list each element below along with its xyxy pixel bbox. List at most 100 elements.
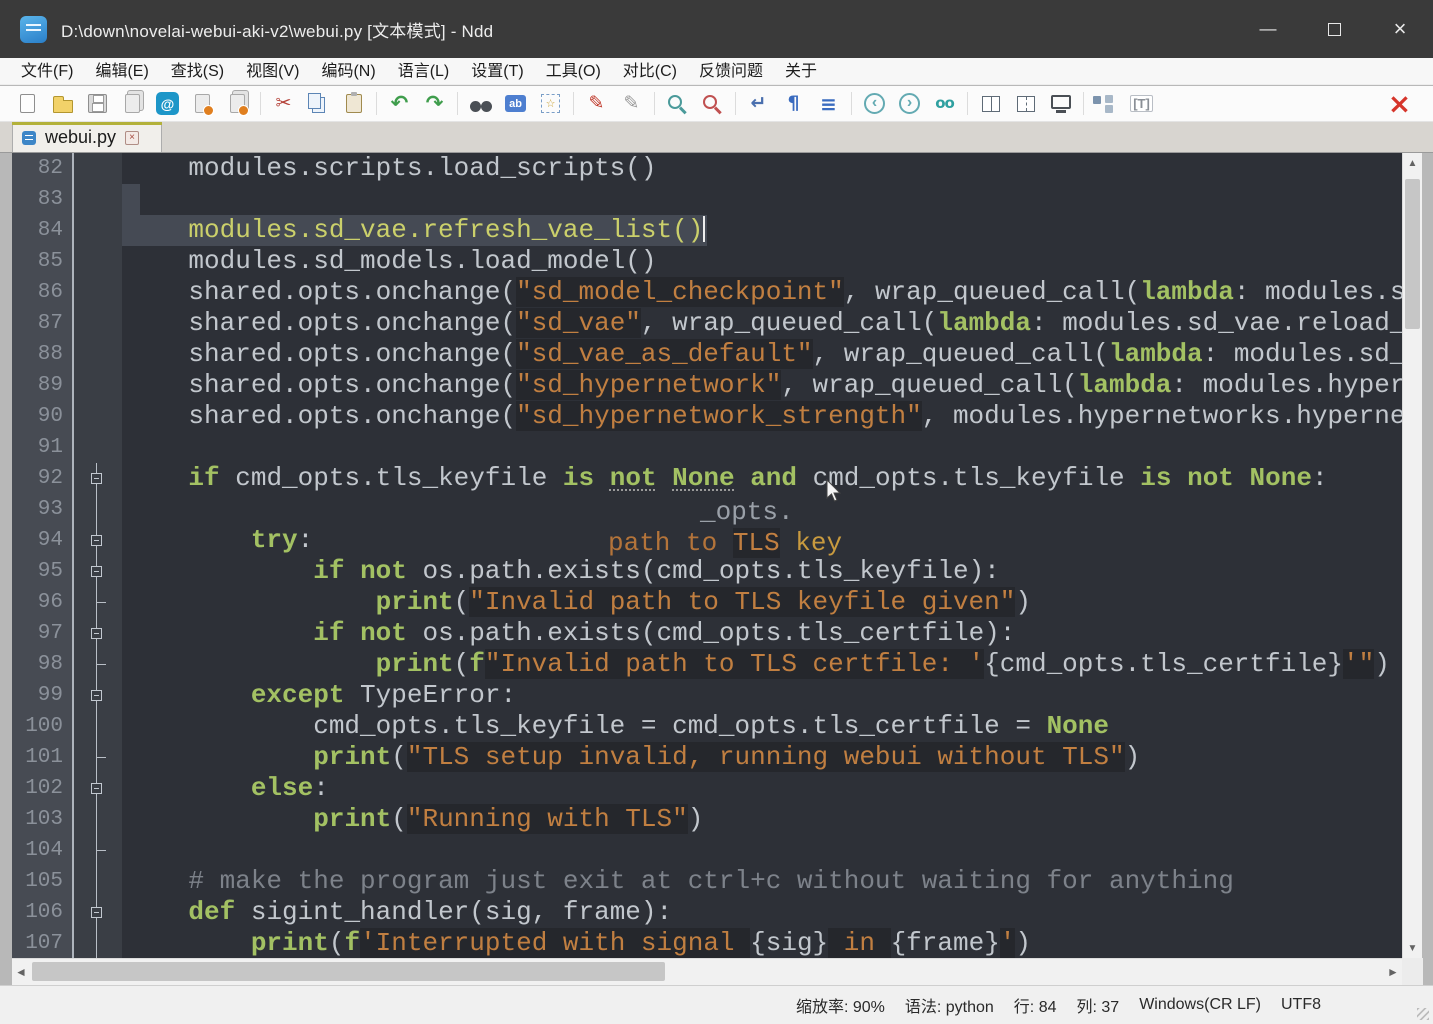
show-paragraph-button[interactable]: ¶ <box>776 89 811 118</box>
full-screen-button[interactable] <box>1043 89 1078 118</box>
code-text[interactable]: modules.scripts.load_scripts() <box>122 153 1402 184</box>
line-number[interactable]: 102 <box>12 773 74 804</box>
replace-button[interactable]: ab <box>498 89 533 118</box>
line-number[interactable]: 96 <box>12 587 74 618</box>
line-number[interactable]: 107 <box>12 928 74 958</box>
code-text[interactable]: except TypeError: <box>122 680 1402 711</box>
code-text[interactable]: print(f'Interrupted with signal {sig} in… <box>122 928 1402 958</box>
line-number[interactable]: 89 <box>12 370 74 401</box>
fold-marker[interactable] <box>91 566 102 577</box>
fold-margin[interactable] <box>74 773 122 804</box>
menu-about[interactable]: 关于 <box>774 58 828 85</box>
code-text[interactable]: print("TLS setup invalid, running webui … <box>122 742 1402 773</box>
copy-button[interactable] <box>301 89 336 118</box>
code-text[interactable] <box>122 432 1402 463</box>
line-number[interactable]: 94 <box>12 525 74 556</box>
code-text[interactable]: if not os.path.exists(cmd_opts.tls_certf… <box>122 618 1402 649</box>
fold-marker[interactable] <box>91 535 102 546</box>
line-number[interactable]: 93 <box>12 494 74 525</box>
save-button[interactable] <box>80 89 115 118</box>
line-number[interactable]: 91 <box>12 432 74 463</box>
line-number[interactable]: 87 <box>12 308 74 339</box>
code-text[interactable]: modules.sd_models.load_model() <box>122 246 1402 277</box>
menu-settings[interactable]: 设置(T) <box>460 58 534 85</box>
menu-encoding[interactable]: 编码(N) <box>310 58 386 85</box>
line-number[interactable]: 97 <box>12 618 74 649</box>
zoom-out-button[interactable] <box>695 89 730 118</box>
line-number[interactable]: 92 <box>12 463 74 494</box>
code-text[interactable] <box>122 184 1402 215</box>
tab-close-icon[interactable]: × <box>125 131 139 145</box>
vertical-scrollbar[interactable]: ▲ ▼ <box>1402 153 1422 958</box>
menu-feedback[interactable]: 反馈问题 <box>688 58 774 85</box>
fold-marker[interactable] <box>91 783 102 794</box>
scroll-up-arrow-icon[interactable]: ▲ <box>1403 153 1422 173</box>
close-all-files-button[interactable] <box>220 89 255 118</box>
line-number[interactable]: 98 <box>12 649 74 680</box>
code-text[interactable] <box>122 835 1402 866</box>
open-file-button[interactable] <box>45 89 80 118</box>
code-text[interactable]: else: <box>122 773 1402 804</box>
nav-forward-button[interactable]: › <box>892 89 927 118</box>
cut-button[interactable]: ✂ <box>266 89 301 118</box>
fold-marker[interactable] <box>91 473 102 484</box>
line-number[interactable]: 86 <box>12 277 74 308</box>
fold-marker[interactable] <box>91 907 102 918</box>
record-macro-button[interactable]: oo <box>927 89 962 118</box>
menu-compare[interactable]: 对比(C) <box>612 58 688 85</box>
scroll-left-arrow-icon[interactable]: ◄ <box>12 959 30 985</box>
code-text[interactable]: shared.opts.onchange("sd_model_checkpoin… <box>122 277 1402 308</box>
fold-margin[interactable] <box>74 680 122 711</box>
code-text[interactable]: cmd_opts.tls_keyfile = cmd_opts.tls_cert… <box>122 711 1402 742</box>
fold-margin[interactable] <box>74 463 122 494</box>
line-number[interactable]: 83 <box>12 184 74 215</box>
fold-margin[interactable] <box>74 525 122 556</box>
code-text[interactable]: shared.opts.onchange("sd_vae", wrap_queu… <box>122 308 1402 339</box>
code-text[interactable]: shared.opts.onchange("sd_hypernetwork", … <box>122 370 1402 401</box>
code-text[interactable]: shared.opts.onchange("sd_hypernetwork_st… <box>122 401 1402 432</box>
line-number[interactable]: 85 <box>12 246 74 277</box>
code-text[interactable]: print(f"Invalid path to TLS certfile: '{… <box>122 649 1402 680</box>
text-mode-button[interactable]: [T] <box>1124 89 1159 118</box>
code-text[interactable]: if not os.path.exists(cmd_opts.tls_keyfi… <box>122 556 1402 587</box>
word-wrap-button[interactable]: ↵ <box>741 89 776 118</box>
resize-grip[interactable] <box>1417 1008 1429 1020</box>
code-text[interactable]: shared.opts.onchange("sd_vae_as_default"… <box>122 339 1402 370</box>
vertical-scroll-thumb[interactable] <box>1405 179 1420 329</box>
highlight-pen-button[interactable]: ✎ <box>579 89 614 118</box>
fold-margin[interactable] <box>74 618 122 649</box>
menu-tools[interactable]: 工具(O) <box>535 58 612 85</box>
line-number[interactable]: 99 <box>12 680 74 711</box>
fold-margin[interactable] <box>74 556 122 587</box>
tab-webui-py[interactable]: webui.py × <box>12 122 162 152</box>
minimize-button[interactable]: — <box>1235 0 1301 58</box>
line-number[interactable]: 90 <box>12 401 74 432</box>
paste-button[interactable] <box>336 89 371 118</box>
redo-button[interactable]: ↷ <box>417 89 452 118</box>
clear-highlight-button[interactable]: ✎ <box>614 89 649 118</box>
scroll-down-arrow-icon[interactable]: ▼ <box>1403 938 1422 958</box>
line-number[interactable]: 101 <box>12 742 74 773</box>
close-button[interactable]: × <box>1367 0 1433 58</box>
line-number[interactable]: 104 <box>12 835 74 866</box>
line-number[interactable]: 95 <box>12 556 74 587</box>
menu-edit[interactable]: 编辑(E) <box>84 58 159 85</box>
code-text[interactable]: def sigint_handler(sig, frame): <box>122 897 1402 928</box>
text-editor[interactable]: _opts. path to TLS key 82 modules.script… <box>12 153 1402 958</box>
menu-language[interactable]: 语言(L) <box>387 58 461 85</box>
nav-back-button[interactable]: ‹ <box>857 89 892 118</box>
line-number[interactable]: 82 <box>12 153 74 184</box>
code-text[interactable]: # make the program just exit at ctrl+c w… <box>122 866 1402 897</box>
menu-file[interactable]: 文件(F) <box>10 58 84 85</box>
undo-button[interactable]: ↶ <box>382 89 417 118</box>
file-compare-blue-button[interactable]: @ <box>150 89 185 118</box>
menu-search[interactable]: 查找(S) <box>160 58 235 85</box>
maximize-button[interactable] <box>1301 0 1367 58</box>
split-view-button[interactable] <box>1008 89 1043 118</box>
mark-button[interactable]: ☆ <box>533 89 568 118</box>
line-number[interactable]: 88 <box>12 339 74 370</box>
compare-panes-button[interactable] <box>973 89 1008 118</box>
fold-marker[interactable] <box>91 628 102 639</box>
indent-guide-button[interactable]: ≡ <box>811 89 846 118</box>
zoom-in-button[interactable] <box>660 89 695 118</box>
